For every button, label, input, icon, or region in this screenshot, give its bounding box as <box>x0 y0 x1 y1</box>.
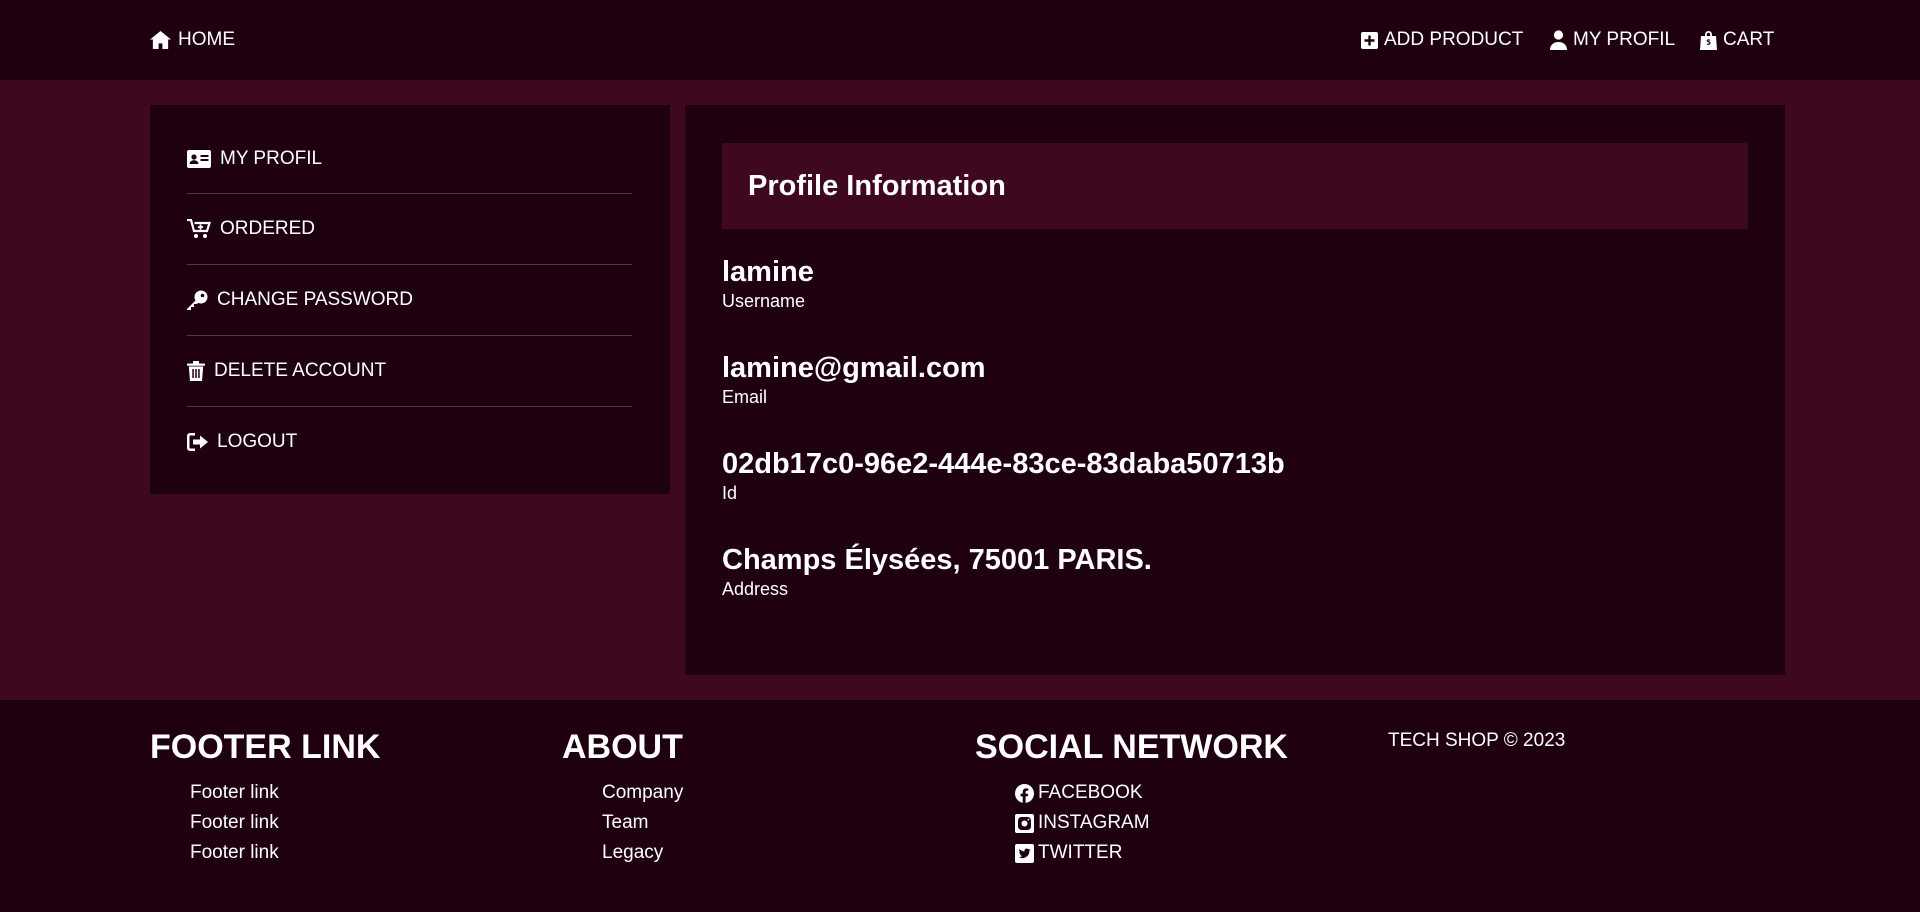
about-link-list: Company Team Legacy <box>562 778 683 868</box>
sidebar-item-label: MY PROFIL <box>220 148 323 169</box>
shopping-bag-icon <box>1700 30 1717 50</box>
sidebar-item-label: DELETE ACCOUNT <box>214 360 387 381</box>
site-footer: FOOTER LINK Footer link Footer link Foot… <box>0 700 1920 912</box>
sidebar-item-my-profil[interactable]: MY PROFIL <box>187 124 632 194</box>
profile-sidebar: MY PROFIL ORDERED CHANGE PASSWORD DELETE… <box>150 105 670 494</box>
email-label: Email <box>722 387 768 407</box>
logout-icon <box>187 433 208 451</box>
cart-plus-icon <box>187 219 211 239</box>
sidebar-item-label: ORDERED <box>220 218 316 239</box>
id-card-icon <box>187 150 211 168</box>
facebook-icon <box>1015 783 1034 803</box>
key-icon <box>187 290 208 310</box>
trash-icon <box>187 361 205 381</box>
nav-add-product-link[interactable]: ADD PRODUCT <box>1361 0 1523 80</box>
footer-link-legacy[interactable]: Legacy <box>602 838 683 868</box>
nav-cart-link[interactable]: CART <box>1700 0 1774 80</box>
footer-link-facebook[interactable]: FACEBOOK <box>1015 778 1288 808</box>
profile-field-id: 02db17c0-96e2-444e-83ce-83daba50713b Id <box>722 447 1285 505</box>
address-label: Address <box>722 579 789 599</box>
address-value: Champs Élysées, 75001 PARIS. <box>722 544 1152 576</box>
twitter-label: TWITTER <box>1038 842 1123 863</box>
footer-column-social: SOCIAL NETWORK FACEBOOK INSTAGRAM TWITTE… <box>975 726 1288 868</box>
user-icon <box>1550 30 1567 50</box>
sidebar-item-label: CHANGE PASSWORD <box>217 289 414 310</box>
nav-add-product-label: ADD PRODUCT <box>1384 29 1524 50</box>
footer-column-links: FOOTER LINK Footer link Footer link Foot… <box>150 726 380 868</box>
sidebar-item-ordered[interactable]: ORDERED <box>187 194 632 264</box>
instagram-label: INSTAGRAM <box>1038 812 1150 833</box>
footer-heading: ABOUT <box>562 728 683 766</box>
profile-field-username: lamine Username <box>722 255 814 313</box>
footer-link-company[interactable]: Company <box>602 778 683 808</box>
panel-header: Profile Information <box>722 143 1748 229</box>
copyright-text: TECH SHOP © 2023 <box>1388 730 1566 751</box>
twitter-icon <box>1015 843 1034 863</box>
footer-link-list: Footer link Footer link Footer link <box>150 778 380 868</box>
profile-information-panel: Profile Information lamine Username lami… <box>685 105 1785 675</box>
nav-cart-label: CART <box>1723 29 1775 50</box>
facebook-label: FACEBOOK <box>1038 782 1143 803</box>
plus-square-icon <box>1361 31 1378 49</box>
social-link-list: FACEBOOK INSTAGRAM TWITTER <box>975 778 1288 868</box>
id-value: 02db17c0-96e2-444e-83ce-83daba50713b <box>722 448 1285 480</box>
email-value: lamine@gmail.com <box>722 352 986 384</box>
nav-my-profil-label: MY PROFIL <box>1573 29 1676 50</box>
sidebar-item-label: LOGOUT <box>217 431 298 452</box>
id-label: Id <box>722 483 738 503</box>
footer-link-twitter[interactable]: TWITTER <box>1015 838 1288 868</box>
top-navbar: HOME ADD PRODUCT MY PROFIL CART <box>0 0 1920 80</box>
footer-link-team[interactable]: Team <box>602 808 683 838</box>
footer-link-instagram[interactable]: INSTAGRAM <box>1015 808 1288 838</box>
footer-link[interactable]: Footer link <box>190 838 380 868</box>
footer-column-about: ABOUT Company Team Legacy <box>562 726 683 868</box>
page-title: Profile Information <box>748 169 1006 202</box>
sidebar-item-delete-account[interactable]: DELETE ACCOUNT <box>187 336 632 406</box>
nav-home-link[interactable]: HOME <box>149 0 235 80</box>
footer-link[interactable]: Footer link <box>190 808 380 838</box>
profile-field-email: lamine@gmail.com Email <box>722 351 986 409</box>
username-label: Username <box>722 291 806 311</box>
sidebar-item-logout[interactable]: LOGOUT <box>187 407 632 477</box>
footer-heading: SOCIAL NETWORK <box>975 728 1288 766</box>
home-icon <box>149 30 172 50</box>
sidebar-item-change-password[interactable]: CHANGE PASSWORD <box>187 265 632 335</box>
footer-link[interactable]: Footer link <box>190 778 380 808</box>
username-value: lamine <box>722 256 814 288</box>
nav-my-profil-link[interactable]: MY PROFIL <box>1550 0 1675 80</box>
footer-heading: FOOTER LINK <box>150 728 381 766</box>
instagram-icon <box>1015 813 1034 833</box>
profile-field-address: Champs Élysées, 75001 PARIS. Address <box>722 543 1152 601</box>
nav-home-label: HOME <box>178 29 235 50</box>
